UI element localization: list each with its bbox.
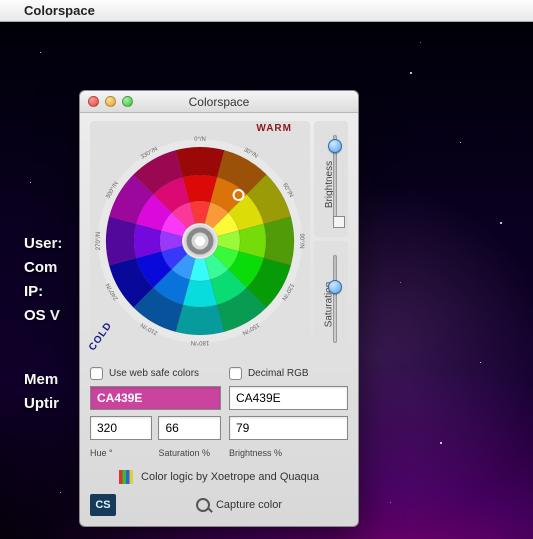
- decimal-rgb-label: Decimal RGB: [248, 368, 309, 379]
- sysinfo-computer: Com: [24, 256, 62, 280]
- minimize-button[interactable]: [105, 96, 116, 107]
- capture-color-button[interactable]: Capture color: [130, 498, 348, 512]
- svg-text:90°/N: 90°/N: [298, 233, 304, 248]
- sysinfo-ip: IP:: [24, 280, 62, 304]
- saturation-thumb[interactable]: [328, 280, 342, 294]
- magnifier-icon: [196, 498, 210, 512]
- desktop-sysinfo: User: Com IP: OS V Mem Uptir: [24, 232, 62, 416]
- hue-label: Hue °: [90, 448, 152, 458]
- palette-icon: [119, 470, 133, 484]
- color-wheel-svg: 0°/N30°/N60°/N90°/N120°/N150°/N180°/N210…: [94, 123, 306, 353]
- sysinfo-memory: Mem: [24, 368, 62, 392]
- cs-badge[interactable]: CS: [90, 494, 116, 516]
- credit-line: Color logic by Xoetrope and Quaqua: [90, 470, 348, 484]
- svg-text:180°/N: 180°/N: [191, 339, 209, 345]
- brightness-thumb[interactable]: [328, 139, 342, 153]
- decimal-rgb-checkbox[interactable]: Decimal RGB: [229, 367, 348, 380]
- websafe-label: Use web safe colors: [109, 368, 199, 379]
- close-button[interactable]: [88, 96, 99, 107]
- menubar-app-name[interactable]: Colorspace: [24, 3, 95, 18]
- capture-label: Capture color: [216, 499, 282, 511]
- titlebar[interactable]: Colorspace: [80, 91, 358, 113]
- saturation-label: Saturation %: [158, 448, 220, 458]
- color-wheel[interactable]: WARM COLD: [90, 121, 310, 357]
- checkbox-box[interactable]: [229, 367, 242, 380]
- svg-text:0°/N: 0°/N: [194, 137, 206, 143]
- hex-swatch-field[interactable]: CA439E: [90, 386, 221, 410]
- sysinfo-uptime: Uptir: [24, 392, 62, 416]
- checkbox-box[interactable]: [90, 367, 103, 380]
- zoom-button[interactable]: [122, 96, 133, 107]
- credit-text: Color logic by Xoetrope and Quaqua: [141, 471, 319, 483]
- menubar: Colorspace: [0, 0, 533, 22]
- websafe-checkbox[interactable]: Use web safe colors: [90, 367, 221, 380]
- colorspace-window: Colorspace WARM COLD: [79, 90, 359, 527]
- saturation-slider[interactable]: Saturation: [314, 241, 348, 357]
- brightness-field[interactable]: 79: [229, 416, 348, 440]
- saturation-field[interactable]: 66: [158, 416, 220, 440]
- svg-text:270°/N: 270°/N: [96, 232, 102, 250]
- hex-field[interactable]: CA439E: [229, 386, 348, 410]
- slider-divider: [333, 216, 345, 228]
- hue-field[interactable]: 320: [90, 416, 152, 440]
- sysinfo-user: User:: [24, 232, 62, 256]
- sysinfo-osver: OS V: [24, 304, 62, 328]
- brightness-label: Brightness %: [229, 448, 348, 458]
- desktop: User: Com IP: OS V Mem Uptir Colorspace …: [0, 22, 533, 539]
- brightness-slider[interactable]: Brightness: [314, 121, 348, 237]
